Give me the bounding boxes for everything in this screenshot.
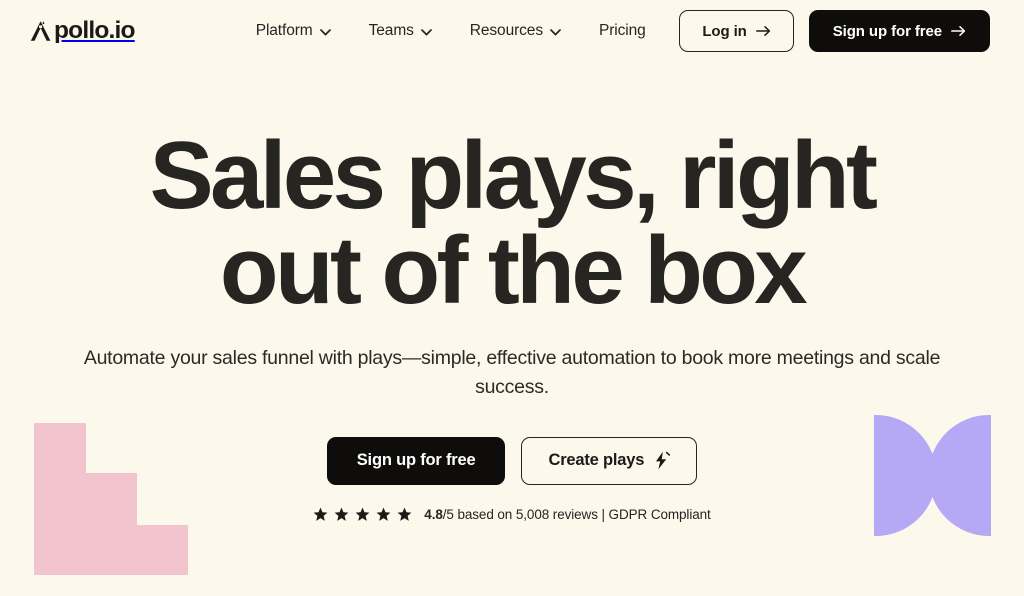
pink-staircase-shape [34, 423, 188, 575]
hero-subheadline: Automate your sales funnel with plays—si… [83, 347, 941, 398]
nav-item-label: Teams [368, 22, 414, 39]
nav-item-pricing[interactable]: Pricing [580, 14, 665, 48]
nav-item-label: Resources [469, 22, 543, 39]
page-title: Sales plays, right out of the box [32, 122, 992, 325]
headline-line-2: out of the box [219, 217, 808, 325]
rating-row: 4.8/5 based on 5,008 reviews | GDPR Comp… [313, 506, 711, 522]
nav-item-teams[interactable]: Teams [350, 14, 451, 48]
nav-item-label: Pricing [598, 22, 646, 39]
chevron-down-icon [420, 28, 432, 35]
arrow-right-icon [951, 26, 966, 36]
purple-double-semicircle-shape [874, 415, 991, 536]
headline-line-1: Sales plays, right [149, 122, 878, 229]
chevron-down-icon [319, 28, 331, 35]
nav-item-label: Platform [255, 22, 313, 39]
sign-up-free-header-button[interactable]: Sign up for free [808, 10, 990, 52]
main-navigation: Platform Teams Resources Pricing [237, 14, 665, 48]
rating-score: 4.8 [424, 506, 443, 522]
hero-cta-row: Sign up for free Create plays [326, 436, 698, 485]
sign-up-free-header-label: Sign up for free [832, 22, 942, 40]
apollo-logo[interactable]: pollo.io [30, 16, 136, 44]
star-filled-icon [313, 507, 328, 521]
log-in-button[interactable]: Log in [679, 10, 794, 52]
apollo-chevron-logomark [30, 20, 51, 41]
star-filled-icon [355, 507, 370, 521]
nav-item-platform[interactable]: Platform [237, 14, 350, 48]
star-rating [313, 507, 412, 522]
sign-up-free-hero-button[interactable]: Sign up for free [326, 436, 506, 485]
nav-item-resources[interactable]: Resources [451, 14, 580, 48]
chevron-down-icon [550, 28, 561, 35]
rating-suffix: /5 based on 5,008 reviews | GDPR Complia… [442, 506, 711, 522]
arrow-right-icon [755, 26, 770, 36]
star-filled-icon [334, 507, 349, 521]
site-header: pollo.io Platform Teams Resources Pricin… [0, 0, 1024, 62]
rating-summary-text: 4.8/5 based on 5,008 reviews | GDPR Comp… [424, 506, 711, 522]
create-plays-label: Create plays [548, 451, 645, 470]
apollo-wordmark: pollo.io [54, 16, 136, 44]
star-filled-icon [397, 507, 412, 521]
header-actions: Log in Sign up for free [679, 10, 990, 52]
log-in-label: Log in [702, 22, 747, 40]
create-plays-button[interactable]: Create plays [521, 436, 698, 485]
sign-up-free-hero-label: Sign up for free [356, 451, 476, 470]
lightning-bolt-icon [656, 452, 671, 470]
star-filled-icon [376, 507, 391, 521]
